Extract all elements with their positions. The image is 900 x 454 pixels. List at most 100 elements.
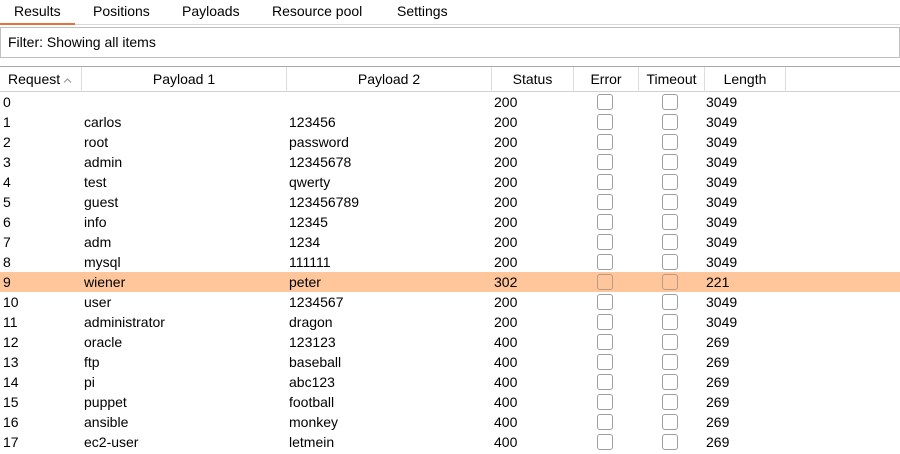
length-cell: 269 xyxy=(706,394,730,410)
payload-1-cell: test xyxy=(84,174,107,190)
table-row[interactable]: 4 test qwerty 200 3049 xyxy=(0,172,900,192)
error-checkbox[interactable] xyxy=(597,134,613,150)
table-row[interactable]: 11 administrator dragon 200 3049 xyxy=(0,312,900,332)
table-row[interactable]: 5 guest 123456789 200 3049 xyxy=(0,192,900,212)
table-row[interactable]: 10 user 1234567 200 3049 xyxy=(0,292,900,312)
tab-positions[interactable]: Positions xyxy=(79,0,164,25)
timeout-checkbox[interactable] xyxy=(662,154,678,170)
error-checkbox[interactable] xyxy=(597,434,613,450)
error-checkbox-cell xyxy=(597,412,615,432)
tab-settings[interactable]: Settings xyxy=(383,0,462,25)
table-row[interactable]: 1 carlos 123456 200 3049 xyxy=(0,112,900,132)
payload-1-cell: ftp xyxy=(84,354,100,370)
table-row[interactable]: 3 admin 12345678 200 3049 xyxy=(0,152,900,172)
error-checkbox[interactable] xyxy=(597,294,613,310)
table-row[interactable]: 2 root password 200 3049 xyxy=(0,132,900,152)
column-header-request[interactable]: Request xyxy=(0,67,82,92)
error-checkbox[interactable] xyxy=(597,414,613,430)
timeout-checkbox[interactable] xyxy=(662,274,678,290)
timeout-checkbox[interactable] xyxy=(662,314,678,330)
table-row[interactable]: 14 pi abc123 400 269 xyxy=(0,372,900,392)
timeout-checkbox[interactable] xyxy=(662,94,678,110)
timeout-checkbox[interactable] xyxy=(662,194,678,210)
timeout-checkbox[interactable] xyxy=(662,394,678,410)
tab-results[interactable]: Results xyxy=(0,0,75,25)
table-row[interactable]: 13 ftp baseball 400 269 xyxy=(0,352,900,372)
error-checkbox-cell xyxy=(597,172,615,192)
column-header-error[interactable]: Error xyxy=(574,67,639,92)
table-row[interactable]: 6 info 12345 200 3049 xyxy=(0,212,900,232)
request-cell: 13 xyxy=(3,354,19,370)
payload-1-cell: info xyxy=(84,214,107,230)
error-checkbox[interactable] xyxy=(597,174,613,190)
status-cell: 200 xyxy=(494,214,518,230)
timeout-checkbox[interactable] xyxy=(662,414,678,430)
length-cell: 3049 xyxy=(706,294,738,310)
request-cell: 16 xyxy=(3,414,19,430)
timeout-checkbox[interactable] xyxy=(662,114,678,130)
request-cell: 6 xyxy=(3,214,11,230)
status-cell: 400 xyxy=(494,414,518,430)
table-row[interactable]: 0 200 3049 xyxy=(0,92,900,112)
error-checkbox[interactable] xyxy=(597,334,613,350)
error-checkbox[interactable] xyxy=(597,94,613,110)
column-header-length[interactable]: Length xyxy=(705,67,786,92)
table-header: Request Payload 1 Payload 2 Status Error… xyxy=(0,66,900,92)
error-checkbox[interactable] xyxy=(597,114,613,130)
status-cell: 200 xyxy=(494,134,518,150)
column-header-status[interactable]: Status xyxy=(492,67,574,92)
status-cell: 200 xyxy=(494,294,518,310)
tab-resource-pool[interactable]: Resource pool xyxy=(258,0,376,25)
error-checkbox[interactable] xyxy=(597,314,613,330)
error-checkbox[interactable] xyxy=(597,374,613,390)
timeout-checkbox[interactable] xyxy=(662,254,678,270)
timeout-checkbox[interactable] xyxy=(662,174,678,190)
sort-ascending-icon xyxy=(63,76,72,85)
error-checkbox-cell xyxy=(597,292,615,312)
error-checkbox[interactable] xyxy=(597,394,613,410)
error-checkbox[interactable] xyxy=(597,274,613,290)
timeout-checkbox[interactable] xyxy=(662,334,678,350)
error-checkbox-cell xyxy=(597,432,615,452)
column-header-payload-1[interactable]: Payload 1 xyxy=(82,67,287,92)
timeout-checkbox-cell xyxy=(662,212,680,232)
request-cell: 15 xyxy=(3,394,19,410)
request-cell: 4 xyxy=(3,174,11,190)
error-checkbox[interactable] xyxy=(597,194,613,210)
timeout-checkbox[interactable] xyxy=(662,354,678,370)
error-checkbox-cell xyxy=(597,352,615,372)
status-cell: 200 xyxy=(494,94,518,110)
timeout-checkbox-cell xyxy=(662,412,680,432)
timeout-checkbox-cell xyxy=(662,352,680,372)
tab-payloads[interactable]: Payloads xyxy=(168,0,254,25)
payload-1-cell: wiener xyxy=(84,274,126,290)
timeout-checkbox[interactable] xyxy=(662,134,678,150)
column-header-timeout[interactable]: Timeout xyxy=(639,67,705,92)
status-cell: 200 xyxy=(494,314,518,330)
timeout-checkbox[interactable] xyxy=(662,214,678,230)
request-cell: 17 xyxy=(3,434,19,450)
table-row[interactable]: 9 wiener peter 302 221 xyxy=(0,272,900,292)
timeout-checkbox[interactable] xyxy=(662,434,678,450)
error-checkbox[interactable] xyxy=(597,254,613,270)
error-checkbox[interactable] xyxy=(597,234,613,250)
timeout-checkbox[interactable] xyxy=(662,374,678,390)
timeout-checkbox[interactable] xyxy=(662,294,678,310)
error-checkbox[interactable] xyxy=(597,214,613,230)
table-row[interactable]: 7 adm 1234 200 3049 xyxy=(0,232,900,252)
payload-1-cell: ansible xyxy=(84,414,129,430)
table-row[interactable]: 15 puppet football 400 269 xyxy=(0,392,900,412)
timeout-checkbox-cell xyxy=(662,92,680,112)
length-cell: 269 xyxy=(706,334,730,350)
timeout-checkbox[interactable] xyxy=(662,234,678,250)
table-row[interactable]: 8 mysql 111111 200 3049 xyxy=(0,252,900,272)
status-cell: 200 xyxy=(494,174,518,190)
table-row[interactable]: 17 ec2-user letmein 400 269 xyxy=(0,432,900,452)
payload-1-cell: guest xyxy=(84,194,119,210)
filter-bar[interactable]: Filter: Showing all items xyxy=(0,27,900,58)
column-header-payload-2[interactable]: Payload 2 xyxy=(287,67,492,92)
table-row[interactable]: 16 ansible monkey 400 269 xyxy=(0,412,900,432)
error-checkbox[interactable] xyxy=(597,354,613,370)
table-row[interactable]: 12 oracle 123123 400 269 xyxy=(0,332,900,352)
error-checkbox[interactable] xyxy=(597,154,613,170)
